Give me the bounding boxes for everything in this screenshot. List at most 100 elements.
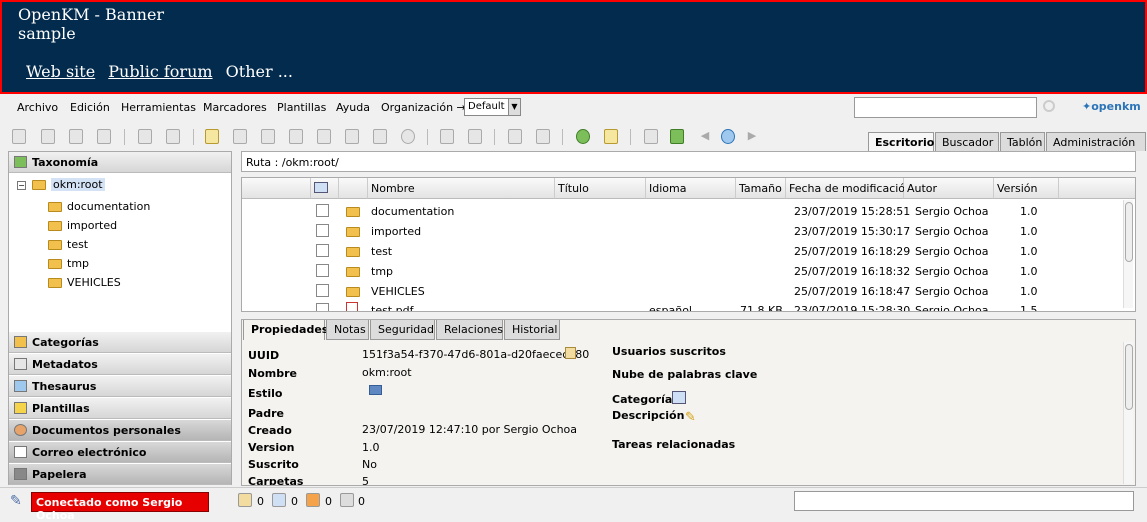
openkm-logo: ✦openkm: [1082, 100, 1141, 113]
menu-herramientas[interactable]: Herramientas: [121, 101, 196, 114]
row-checkbox[interactable]: [316, 244, 329, 257]
delete-icon[interactable]: [401, 129, 415, 144]
column-select-all[interactable]: [311, 178, 339, 199]
column-idioma[interactable]: Idioma: [646, 178, 736, 199]
subscribe-icon[interactable]: [536, 129, 550, 144]
link-web-site[interactable]: Web site: [26, 62, 95, 81]
folder-icon: [48, 202, 62, 212]
mail-notify-icon[interactable]: [306, 493, 320, 507]
props-scrollbar[interactable]: [1123, 342, 1133, 484]
tab-notas[interactable]: Notas: [326, 320, 369, 340]
tab-tablon[interactable]: Tablón: [1000, 132, 1045, 151]
column-nombre[interactable]: Nombre: [368, 178, 555, 199]
edit-categories-icon[interactable]: [672, 391, 686, 404]
org-select[interactable]: Default ▼: [464, 98, 521, 116]
row-checkbox[interactable]: [316, 204, 329, 217]
stack-taxonomia[interactable]: Taxonomía: [9, 152, 231, 173]
stack-categorias[interactable]: Categorías: [9, 332, 231, 353]
menu-plantillas[interactable]: Plantillas: [277, 101, 326, 114]
prev-icon[interactable]: ◀: [698, 129, 712, 144]
column-titulo[interactable]: Título: [555, 178, 646, 199]
document-check-icon[interactable]: [69, 129, 83, 144]
new-folder-icon[interactable]: [205, 129, 219, 144]
search-input[interactable]: [854, 97, 1037, 118]
link-public-forum[interactable]: Public forum: [108, 62, 212, 81]
feather-icon: ✎: [10, 493, 22, 509]
menu-marcadores[interactable]: Marcadores: [203, 101, 267, 114]
tab-seguridad[interactable]: Seguridad: [370, 320, 435, 340]
tab-administracion[interactable]: Administración: [1046, 132, 1146, 151]
search-icon[interactable]: [1043, 100, 1055, 112]
home-icon[interactable]: [604, 129, 618, 144]
folder-icon: [48, 240, 62, 250]
tab-escritorio[interactable]: Escritorio: [868, 132, 934, 151]
document-icon[interactable]: [41, 129, 55, 144]
mail-icon[interactable]: [233, 129, 247, 144]
pencil-icon[interactable]: ✎: [685, 410, 696, 425]
column-version[interactable]: Versión: [994, 178, 1059, 199]
tree-item-vehicles[interactable]: VEHICLES: [48, 276, 121, 294]
print-icon[interactable]: [97, 129, 111, 144]
tree-item-test[interactable]: test: [48, 238, 88, 256]
collapse-icon[interactable]: −: [17, 181, 26, 190]
clock-icon[interactable]: [721, 129, 735, 144]
trash-icon: [14, 468, 27, 480]
upload-icon[interactable]: [289, 129, 303, 144]
row-checkbox[interactable]: [316, 303, 329, 311]
next-icon[interactable]: ▶: [745, 129, 759, 144]
download-icon[interactable]: [670, 129, 684, 144]
stack-papelera[interactable]: Papelera: [9, 464, 231, 485]
folder-style-icon: [369, 385, 382, 395]
tree-root[interactable]: − okm:root: [9, 178, 231, 196]
add-property-group-icon[interactable]: [440, 129, 454, 144]
menu-archivo[interactable]: Archivo: [17, 101, 58, 114]
banner: OpenKM - Banner sample Web site Public f…: [0, 0, 1147, 94]
mail-icon: [14, 446, 27, 458]
column-fecha[interactable]: Fecha de modificación: [786, 178, 912, 199]
column-autor[interactable]: Autor: [904, 178, 994, 199]
tab-buscador[interactable]: Buscador: [935, 132, 999, 151]
stack-thesaurus[interactable]: Thesaurus: [9, 376, 231, 397]
scanner-icon[interactable]: [644, 129, 658, 144]
workflow-icon[interactable]: [508, 129, 522, 144]
stack-documentos-personales[interactable]: Documentos personales: [9, 420, 231, 441]
path-bar: Ruta : /okm:root/: [241, 151, 1136, 172]
find-icon[interactable]: [12, 129, 26, 144]
lock-icon[interactable]: [138, 129, 152, 144]
row-checkbox[interactable]: [316, 224, 329, 237]
table-scrollbar[interactable]: [1123, 200, 1133, 308]
row-checkbox[interactable]: [316, 284, 329, 297]
menu-ayuda[interactable]: Ayuda: [336, 101, 370, 114]
edit-document-icon[interactable]: [317, 129, 331, 144]
tree-item-documentation[interactable]: documentation: [48, 200, 150, 218]
checkout-documents-icon[interactable]: [272, 493, 286, 507]
add-document-icon[interactable]: [261, 129, 275, 144]
tab-propiedades[interactable]: Propiedades: [243, 320, 328, 340]
stack-plantillas[interactable]: Plantillas: [9, 398, 231, 419]
column-tamano[interactable]: Tamaño: [736, 178, 786, 199]
checkin-icon[interactable]: [345, 129, 359, 144]
tab-relaciones[interactable]: Relaciones: [436, 320, 503, 340]
tree-item-tmp[interactable]: tmp: [48, 257, 89, 275]
unlock-icon[interactable]: [166, 129, 180, 144]
refresh-icon[interactable]: [576, 129, 590, 144]
scroll-thumb[interactable]: [1125, 202, 1133, 262]
remove-property-group-icon[interactable]: [468, 129, 482, 144]
folder-icon: [346, 287, 360, 297]
link-other[interactable]: Other ...: [226, 62, 293, 81]
tree-item-imported[interactable]: imported: [48, 219, 117, 237]
row-checkbox[interactable]: [316, 264, 329, 277]
metadata-icon: [14, 358, 27, 370]
copy-icon[interactable]: [565, 347, 576, 359]
locked-documents-icon[interactable]: [238, 493, 252, 507]
folder-icon: [346, 267, 360, 277]
taxonomy-icon: [14, 156, 27, 168]
tab-historial[interactable]: Historial: [504, 320, 560, 340]
subscriptions-icon[interactable]: [340, 493, 354, 507]
status-input[interactable]: [794, 491, 1134, 511]
menu-edicion[interactable]: Edición: [70, 101, 110, 114]
checkout-icon[interactable]: [373, 129, 387, 144]
stack-metadatos[interactable]: Metadatos: [9, 354, 231, 375]
scroll-thumb[interactable]: [1125, 344, 1133, 410]
stack-correo-electronico[interactable]: Correo electrónico: [9, 442, 231, 463]
